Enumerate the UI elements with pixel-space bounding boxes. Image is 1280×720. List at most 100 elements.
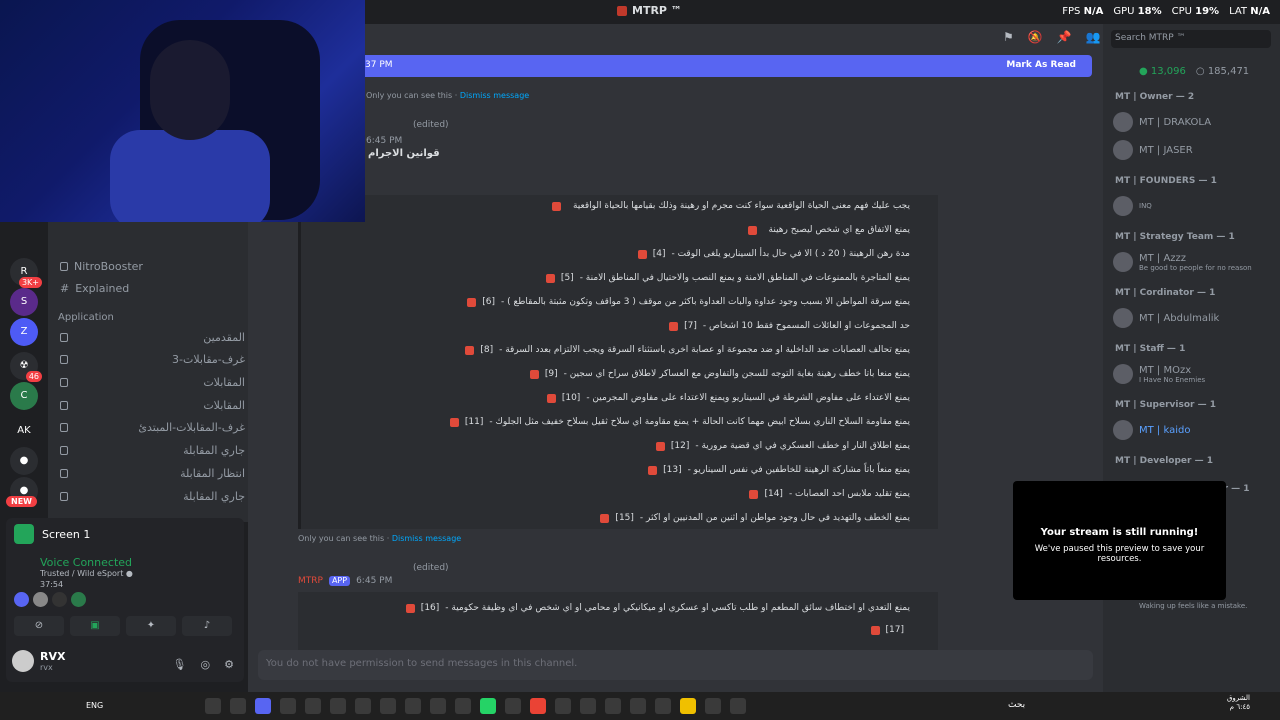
app-icon[interactable] <box>230 698 246 714</box>
chrome-icon[interactable] <box>530 698 546 714</box>
message-composer[interactable]: You do not have permission to send messa… <box>258 650 1093 680</box>
server-icon[interactable]: S <box>10 288 38 316</box>
rule-text: يمنع منعا باتا خطف رهينة بغاية التوجه لل… <box>563 369 910 379</box>
dismiss-link[interactable]: Dismiss message <box>460 91 529 100</box>
channel-item[interactable]: المقدمين <box>60 328 245 346</box>
rule-line: يمنع التعدي او اختطاف سائق المطعم او طلب… <box>300 600 910 616</box>
stream-paused-toast[interactable]: Your stream is still running! We've paus… <box>1013 481 1226 600</box>
channel-list: NitroBooster # Explained Application المق… <box>48 222 248 522</box>
lock-icon <box>60 332 68 342</box>
search-input[interactable]: Search MTRP ™ <box>1111 30 1271 48</box>
rule-line: مدة رهن الرهينة ( 20 د ) الا في حال بدأ … <box>300 246 910 262</box>
channel-nitrobooster[interactable]: NitroBooster <box>60 257 245 275</box>
server-icon[interactable]: C <box>10 382 38 410</box>
activities-icon[interactable]: ✦ <box>126 616 176 636</box>
member-name: MT | DRAKOLA <box>1139 116 1212 128</box>
member-item[interactable]: MT | MOzx I Have No Enemies <box>1113 364 1205 384</box>
channel-item[interactable]: جاري المقابلة <box>60 441 245 459</box>
author-name[interactable]: MTRP <box>298 576 323 586</box>
avatar[interactable] <box>52 592 67 607</box>
new-badge: NEW <box>6 496 37 507</box>
rule-line: حد المجموعات او العائلات المسموح فقط 10 … <box>300 318 910 334</box>
member-item[interactable]: INQ <box>1113 196 1152 216</box>
voice-channel-path[interactable]: Trusted / Wild eSport ● <box>40 569 133 578</box>
banner-time: 37 PM <box>365 60 393 70</box>
screen-share-header[interactable]: Screen 1 <box>14 524 90 544</box>
mute-icon[interactable]: 🔕 <box>1028 30 1043 44</box>
member-item[interactable]: MT | JASER <box>1113 140 1193 160</box>
channel-item[interactable]: المقابلات <box>60 373 245 391</box>
lock-icon <box>60 491 68 501</box>
avatar[interactable] <box>14 592 29 607</box>
app-icon[interactable] <box>205 698 221 714</box>
cpu-readout: CPU 19% <box>1171 6 1220 17</box>
member-item[interactable]: MT | Azzz Be good to people for no reason <box>1113 252 1252 272</box>
app-icon[interactable] <box>555 698 571 714</box>
microphone-icon[interactable]: 🎙 <box>173 658 187 671</box>
avatar[interactable] <box>71 592 86 607</box>
channel-item[interactable]: انتظار المقابلة <box>60 464 245 482</box>
avatar[interactable] <box>33 592 48 607</box>
edited-label: (edited) <box>413 120 449 130</box>
rule-text: يمنع المتاجرة بالممنوعات في المناطق الام… <box>579 273 910 283</box>
members-icon[interactable]: 👥 <box>1086 30 1101 44</box>
steam-icon[interactable] <box>630 698 646 714</box>
threads-icon[interactable]: ⚑ <box>1003 30 1014 44</box>
app-icon[interactable] <box>355 698 371 714</box>
app-icon[interactable] <box>380 698 396 714</box>
app-window: MTRP ™ FPS N/A GPU 18% CPU 19% LAT N/A R… <box>0 0 1280 720</box>
app-icon[interactable] <box>430 698 446 714</box>
server-icon[interactable]: ● <box>10 447 38 475</box>
voice-connected-label[interactable]: Voice Connected <box>40 556 132 569</box>
server-icon[interactable]: AK <box>10 417 38 445</box>
language-indicator[interactable]: ENG <box>86 701 103 710</box>
taskbar-search[interactable]: بحث <box>1008 700 1025 710</box>
app-icon[interactable] <box>280 698 296 714</box>
headphones-icon[interactable]: ◎ <box>201 658 211 671</box>
server-icon[interactable]: ☢ 46 <box>10 352 42 382</box>
pin-icon[interactable]: 📌 <box>1057 30 1072 44</box>
channel-item[interactable]: غرف-مقابلات-3 <box>60 350 245 368</box>
app-icon[interactable] <box>505 698 521 714</box>
app-icon[interactable] <box>705 698 721 714</box>
app-icon[interactable] <box>580 698 596 714</box>
dismiss-link[interactable]: Dismiss message <box>392 534 461 543</box>
message-time: 6:45 PM <box>366 136 403 146</box>
unread-banner[interactable]: 37 PM Mark As Read <box>365 55 1092 77</box>
rule-number: [8] <box>480 345 494 355</box>
app-icon[interactable] <box>655 698 671 714</box>
member-name: MT | Azzz <box>1139 252 1187 264</box>
rule-number: [14] <box>764 489 783 499</box>
whatsapp-icon[interactable] <box>480 698 496 714</box>
app-icon[interactable] <box>330 698 346 714</box>
lat-readout: LAT N/A <box>1229 6 1270 17</box>
settings-gear-icon[interactable]: ⚙ <box>224 658 234 671</box>
channel-explained[interactable]: # Explained <box>60 279 245 297</box>
soundboard-icon[interactable]: ♪ <box>182 616 232 636</box>
app-icon[interactable] <box>405 698 421 714</box>
category-application[interactable]: Application <box>58 312 114 323</box>
folder-icon[interactable] <box>680 698 696 714</box>
username: RVX <box>40 650 66 663</box>
app-icon[interactable] <box>605 698 621 714</box>
user-panel[interactable]: RVX rvx <box>12 650 65 672</box>
discord-icon[interactable] <box>255 698 271 714</box>
share-screen-icon[interactable]: ▣ <box>70 616 120 636</box>
server-icon[interactable]: R 3K+ <box>10 258 42 288</box>
member-item[interactable]: MT | Abdulmalik <box>1113 308 1219 328</box>
app-icon[interactable] <box>305 698 321 714</box>
channel-item[interactable]: غرف-المقابلات-المبتدئ <box>60 418 245 436</box>
member-item[interactable]: MT | DRAKOLA <box>1113 112 1211 132</box>
member-item[interactable]: MT | kaido <box>1113 420 1190 440</box>
channel-item[interactable]: المقابلات <box>60 396 245 414</box>
avatar[interactable] <box>12 650 34 672</box>
server-icon[interactable]: Z <box>10 318 38 346</box>
rules-title: قوانين الاجرام <box>368 148 440 159</box>
rule-line: يمنع سرقة المواطن الا بسبب وجود عداوة وا… <box>300 294 910 310</box>
app-icon[interactable] <box>730 698 746 714</box>
camera-off-icon[interactable]: ⊘ <box>14 616 64 636</box>
app-icon[interactable] <box>455 698 471 714</box>
channel-item[interactable]: جاري المقابلة <box>60 487 245 505</box>
clock[interactable]: الشروق ٦:٤٥ م <box>1227 694 1250 712</box>
mark-as-read-button[interactable]: Mark As Read <box>1006 60 1076 70</box>
